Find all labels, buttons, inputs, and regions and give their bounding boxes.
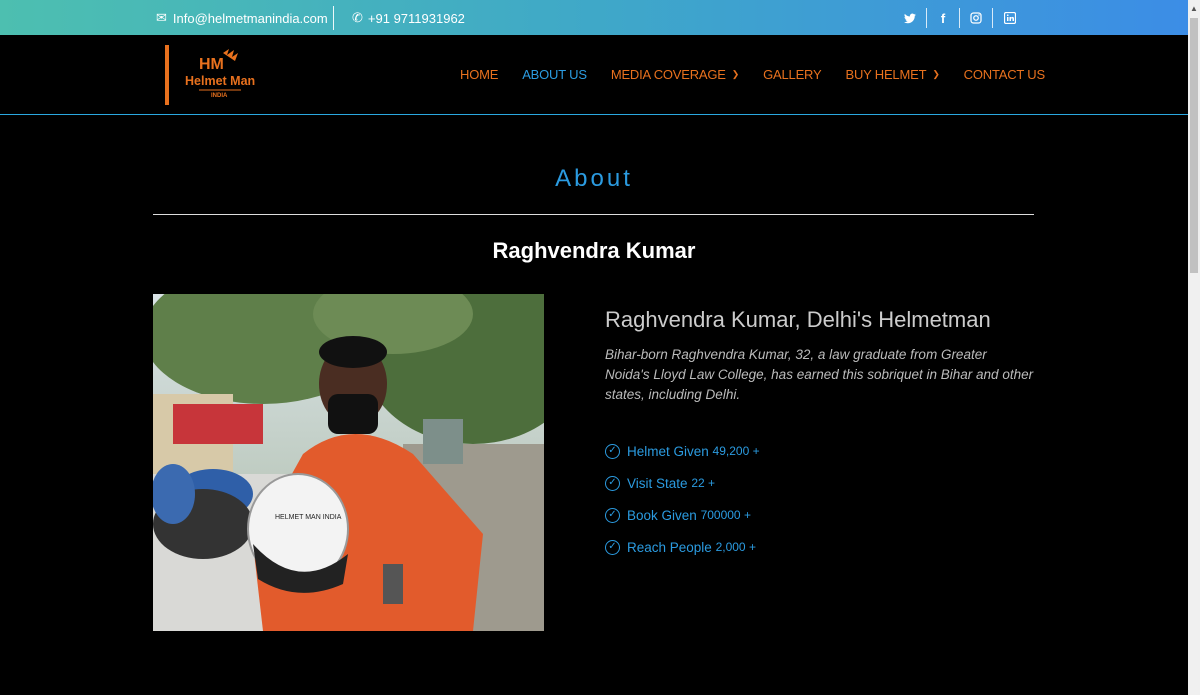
social-links: f [894,8,1026,28]
divider [333,6,334,30]
stat-value: 2,000 + [715,540,756,554]
envelope-icon: ✉ [156,10,167,25]
check-circle-icon: ✓ [605,507,620,523]
section-divider [153,214,1034,215]
svg-text:HELMET MAN INDIA: HELMET MAN INDIA [275,514,342,521]
phone-link[interactable]: ✆ +91 9711931962 [352,10,465,26]
stat-item: ✓ Book Given 700000 + [605,499,1045,531]
instagram-icon[interactable] [960,8,993,28]
twitter-icon[interactable] [894,8,927,28]
check-circle-icon: ✓ [605,475,620,491]
scrollbar-thumb[interactable] [1190,18,1198,273]
stat-value: 22 + [691,476,716,490]
chevron-down-icon: ❯ [731,69,740,79]
site-header: HM Helmet Man INDIA HOME ABOUT US MEDIA … [0,35,1188,115]
stat-value: 700000 + [700,508,751,522]
nav-media-coverage[interactable]: MEDIA COVERAGE ❯ [611,67,740,82]
linkedin-icon[interactable] [993,8,1026,28]
nav-gallery[interactable]: GALLERY [763,67,822,82]
stat-label: Visit State [627,475,688,491]
site-logo[interactable]: HM Helmet Man INDIA [165,43,265,105]
nav-buy-helmet[interactable]: BUY HELMET ❯ [845,67,939,82]
stat-item: ✓ Helmet Given 49,200 + [605,435,1045,467]
profile-info: Raghvendra Kumar, Delhi's Helmetman Biha… [605,307,1045,563]
stat-item: ✓ Reach People 2,000 + [605,531,1045,563]
stats-list: ✓ Helmet Given 49,200 + ✓ Visit State 22… [605,435,1045,563]
email-text: Info@helmetmanindia.com [172,10,328,26]
check-circle-icon: ✓ [605,539,620,555]
page-scrollbar[interactable]: ▲ [1188,0,1200,695]
nav-contact-us[interactable]: CONTACT US [964,67,1046,82]
section-title: About [555,165,633,192]
nav-about-us[interactable]: ABOUT US [522,67,587,82]
stat-label: Helmet Given [627,443,709,459]
scroll-up-arrow-icon[interactable]: ▲ [1190,4,1198,13]
logo-accent-bar [165,45,169,105]
profile-description: Bihar-born Raghvendra Kumar, 32, a law g… [605,347,1034,402]
stat-label: Book Given [627,507,697,523]
main-nav: HOME ABOUT US MEDIA COVERAGE ❯ GALLERY BU… [460,67,1069,82]
top-contact-bar: ✉ Info@helmetmanindia.com ✆ +91 97119319… [0,0,1188,35]
logo-mark: HM [199,56,224,73]
logo-line1: Helmet Man [185,74,255,88]
check-circle-icon: ✓ [605,443,620,459]
profile-photo: HELMET MAN INDIA [153,294,544,631]
logo-line2: INDIA [211,93,228,99]
chevron-down-icon: ❯ [932,69,940,79]
stat-value: 49,200 + [712,444,760,458]
phone-icon: ✆ [352,10,363,25]
email-link[interactable]: ✉ Info@helmetmanindia.com [156,10,328,26]
facebook-icon[interactable]: f [927,8,960,28]
phone-text: +91 9711931962 [367,10,465,26]
profile-subtitle: Raghvendra Kumar, Delhi's Helmetman [605,307,991,332]
stat-item: ✓ Visit State 22 + [605,467,1045,499]
person-name-heading: Raghvendra Kumar [492,238,696,263]
stat-label: Reach People [627,539,712,555]
nav-home[interactable]: HOME [460,67,498,82]
